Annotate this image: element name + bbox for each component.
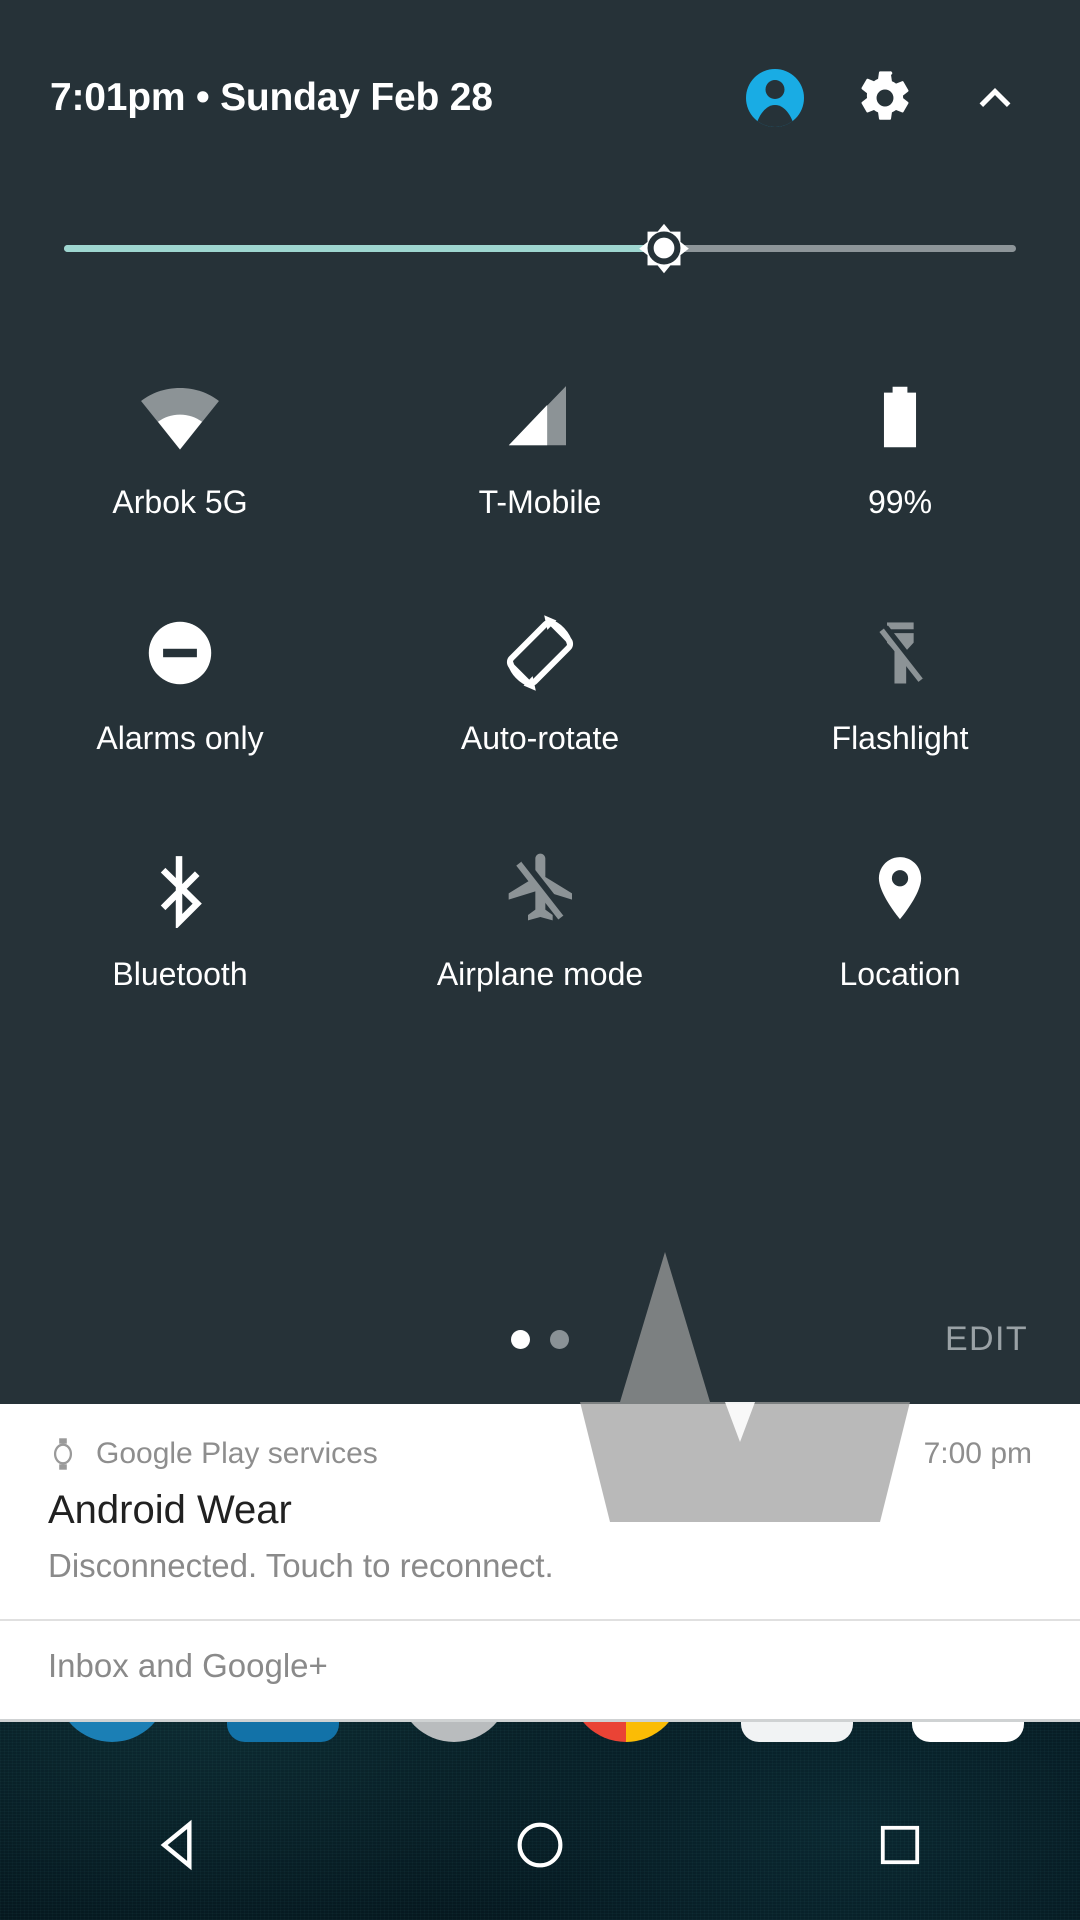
settings-button[interactable] (854, 67, 916, 129)
collapse-panel-button[interactable] (964, 67, 1026, 129)
tile-label: Alarms only (96, 722, 263, 754)
gear-icon (856, 69, 914, 127)
watch-icon (48, 1434, 78, 1474)
back-triangle-icon (152, 1817, 208, 1873)
clock-and-date: 7:01pm • Sunday Feb 28 (50, 76, 493, 120)
notification-summary-text: Inbox and Google+ (48, 1647, 1032, 1685)
tile-label: Airplane mode (437, 958, 643, 990)
tile-row-2: Alarms only Auto (0, 592, 1080, 828)
brightness-sun-icon (629, 213, 699, 283)
page-indicator-dots[interactable] (511, 1330, 569, 1349)
airplane-mode-off-icon (500, 849, 580, 929)
edit-tiles-button[interactable]: EDIT (945, 1320, 1028, 1359)
header-icon-group (744, 67, 1026, 129)
do-not-disturb-icon (141, 614, 219, 692)
quick-settings-header: 7:01pm • Sunday Feb 28 (0, 0, 1080, 196)
wifi-icon (139, 376, 221, 458)
quick-settings-tile-grid: Arbok 5G T-Mobile (0, 300, 1080, 1064)
tile-row-1: Arbok 5G T-Mobile (0, 356, 1080, 592)
flashlight-off-icon (861, 614, 939, 692)
tile-label: Bluetooth (112, 958, 247, 990)
battery-icon (863, 380, 937, 454)
tile-icon-wrap (141, 846, 219, 932)
notification-app-name: Google Play services (96, 1437, 378, 1471)
tile-airplane-mode[interactable]: Airplane mode (360, 828, 720, 1064)
recents-square-icon (876, 1821, 924, 1869)
tile-icon-wrap (141, 610, 219, 696)
tile-icon-wrap (501, 374, 579, 460)
notification-android-wear[interactable]: Google Play services 7:00 pm Android Wea… (0, 1404, 1080, 1619)
brightness-slider-row[interactable] (0, 196, 1080, 300)
tile-label: 99% (868, 486, 932, 518)
tile-label: T-Mobile (479, 486, 602, 518)
tile-icon-wrap (861, 610, 939, 696)
brightness-track[interactable] (64, 245, 1016, 252)
tile-icon-wrap (139, 374, 221, 460)
quick-settings-panel: 7:01pm • Sunday Feb 28 (0, 0, 1080, 1404)
notification-shade: Google Play services 7:00 pm Android Wea… (0, 1404, 1080, 1722)
nav-home-button[interactable] (465, 1770, 615, 1920)
brightness-thumb[interactable] (628, 212, 700, 284)
tile-location[interactable]: Location (720, 828, 1080, 1064)
tile-wifi[interactable]: Arbok 5G (0, 356, 360, 592)
brightness-fill (64, 245, 664, 252)
cell-signal-icon (501, 378, 579, 456)
tile-label: Auto-rotate (461, 722, 619, 754)
notification-inbox-googleplus[interactable]: Inbox and Google+ (0, 1621, 1080, 1719)
tile-auto-rotate[interactable]: Auto-rotate (360, 592, 720, 828)
page-dot-2[interactable] (550, 1330, 569, 1349)
chevron-up-icon (969, 72, 1021, 124)
home-circle-icon (514, 1819, 566, 1871)
tile-row-3: Bluetooth Airplane mode (0, 828, 1080, 1064)
tile-battery[interactable]: 99% (720, 356, 1080, 592)
tile-bluetooth[interactable]: Bluetooth (0, 828, 360, 1064)
location-pin-icon (861, 850, 939, 928)
notification-title: Android Wear (48, 1488, 1032, 1533)
notification-header: Google Play services 7:00 pm (48, 1434, 1032, 1474)
tile-cellular[interactable]: T-Mobile (360, 356, 720, 592)
tile-label: Flashlight (832, 722, 969, 754)
nav-back-button[interactable] (105, 1770, 255, 1920)
tile-flashlight[interactable]: Flashlight (720, 592, 1080, 828)
tile-icon-wrap (500, 846, 580, 932)
notification-body-text: Disconnected. Touch to reconnect. (48, 1547, 1032, 1585)
tile-icon-wrap (863, 374, 937, 460)
tile-icon-wrap (861, 846, 939, 932)
tile-icon-wrap (498, 610, 582, 696)
nav-recents-button[interactable] (825, 1770, 975, 1920)
watch-icon-glyph (50, 1437, 76, 1471)
bluetooth-icon (141, 850, 219, 928)
tile-label: Arbok 5G (112, 486, 247, 518)
page-dot-1[interactable] (511, 1330, 530, 1349)
auto-rotate-icon (498, 611, 582, 695)
tile-label: Location (840, 958, 961, 990)
notification-time: 7:00 pm (924, 1437, 1032, 1471)
tile-do-not-disturb[interactable]: Alarms only (0, 592, 360, 828)
user-avatar-icon (746, 69, 804, 127)
user-switcher-button[interactable] (744, 67, 806, 129)
quick-settings-footer: EDIT (0, 1274, 1080, 1404)
android-quick-settings-screen: 7:01pm • Sunday Feb 28 (0, 0, 1080, 1920)
system-navigation-bar (0, 1770, 1080, 1920)
shade-bottom-edge (0, 1719, 1080, 1722)
